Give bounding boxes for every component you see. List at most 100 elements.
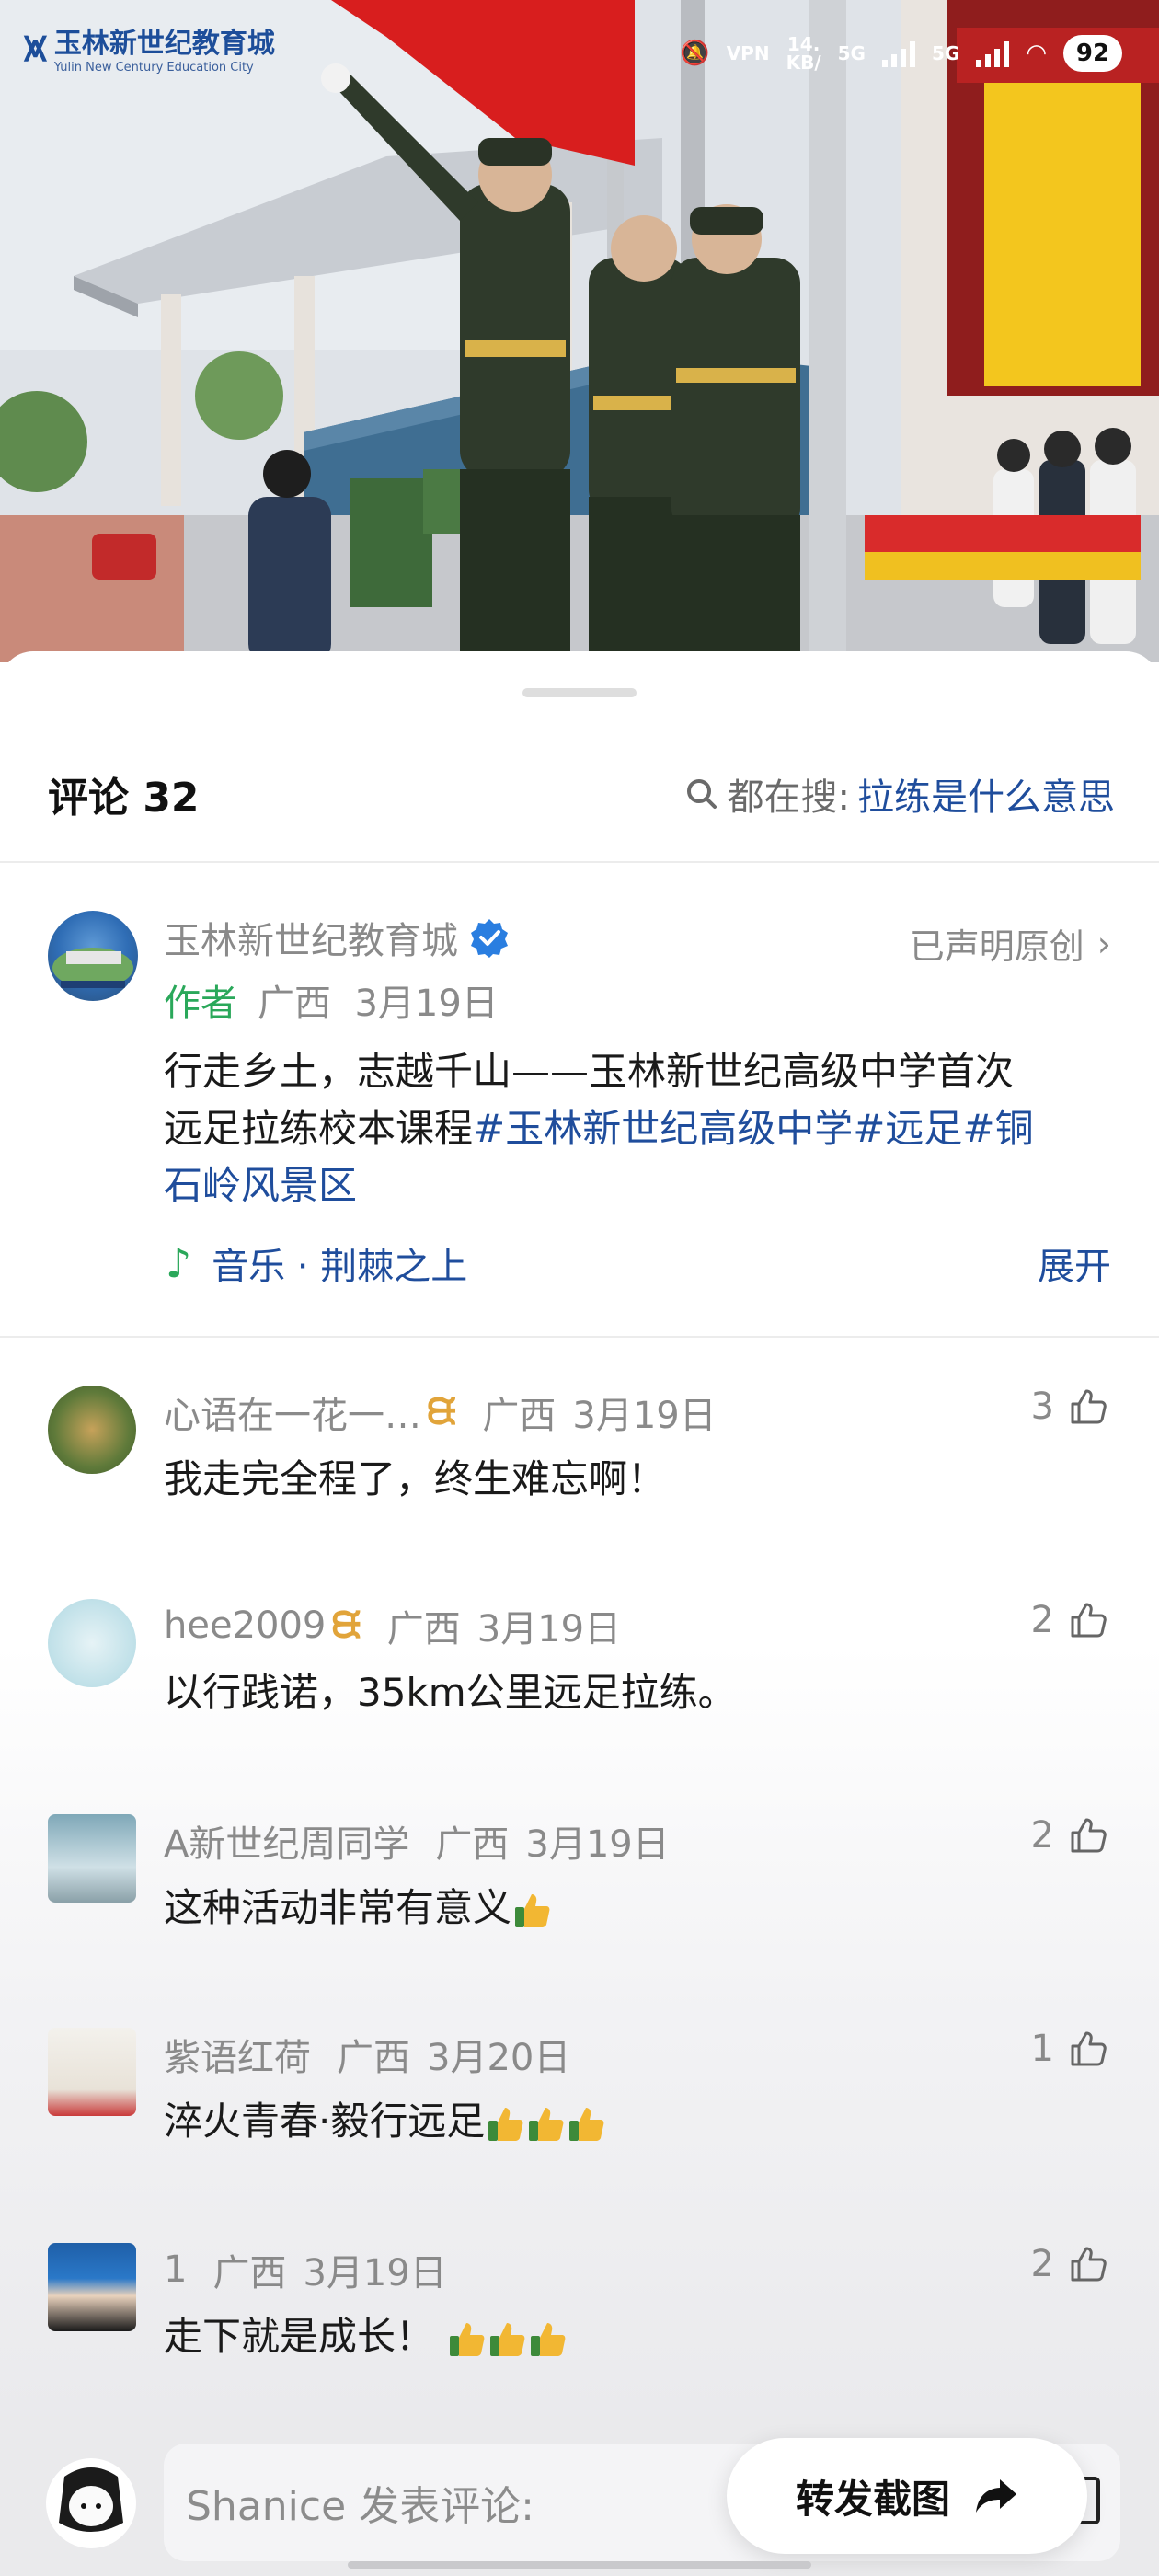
comment-location: 广西	[212, 2252, 287, 2294]
wifi-icon: ◠	[1026, 40, 1047, 67]
like-button[interactable]: 2	[1031, 1814, 1109, 1857]
like-count: 2	[1030, 1814, 1054, 1857]
like-button[interactable]: 3	[1031, 1386, 1109, 1428]
thumbs-up-emoji-icon	[488, 2107, 523, 2141]
comment-location: 广西	[435, 1823, 510, 1866]
battery-indicator: 92	[1063, 35, 1122, 72]
comment-header: 心语在一花一… ᙙ 广西 3月19日	[164, 1386, 717, 1439]
commenter-name[interactable]: A新世纪周同学	[164, 1814, 409, 1868]
like-button[interactable]: 1	[1031, 2028, 1109, 2070]
post-date: 3月19日	[354, 983, 499, 1025]
post-line-2: 远足拉练校本课程#玉林新世纪高级中学#远足#铜	[164, 1106, 1034, 1151]
vip-badge-icon: ᙙ	[331, 1604, 361, 1647]
commenter-name[interactable]: 紫语红荷	[164, 2028, 311, 2081]
post-location: 广西	[258, 983, 331, 1025]
comment-count: 评论 32	[48, 775, 200, 822]
my-avatar-image	[59, 2467, 123, 2532]
comment-location: 广西	[482, 1395, 557, 1437]
video-cover-photo[interactable]: ⩙ 玉林新世纪教育城 Yulin New Century Education C…	[0, 0, 1159, 662]
share-arrow-icon	[976, 2479, 1016, 2513]
post-line-1: 行走乡土，志越千山——玉林新世纪高级中学首次	[164, 1049, 1015, 1094]
mute-icon: 🔕	[680, 40, 710, 67]
hashtag-scenic-area-cont[interactable]: 石岭风景区	[164, 1163, 357, 1208]
search-query-link[interactable]: 拉练是什么意思	[857, 767, 1115, 821]
comment-location: 广西	[386, 1608, 461, 1650]
like-count: 2	[1030, 1599, 1054, 1641]
flag-raising-illustration	[0, 0, 1159, 662]
author-name[interactable]: 玉林新世纪教育城	[164, 911, 458, 964]
share-screenshot-button[interactable]: 转发截图	[727, 2438, 1087, 2554]
commenter-name[interactable]: 1	[164, 2248, 187, 2291]
comment-item: hee2009 ᙙ 广西 3月19日 以行践诺，35km公里远足拉练。 2	[0, 1599, 1159, 1783]
expand-button[interactable]: 展开	[1038, 1236, 1111, 1290]
author-name-row[interactable]: 玉林新世纪教育城	[164, 911, 510, 964]
commenter-name[interactable]: 心语在一花一…	[164, 1386, 421, 1439]
search-icon	[686, 779, 717, 809]
comment-text: 以行践诺，35km公里远足拉练。	[164, 1670, 737, 1715]
status-bar: 🔕 VPN 14. KB/ 5G 5G ◠ 92	[680, 35, 1122, 72]
thumbs-up-icon	[1071, 1603, 1107, 1638]
drag-handle[interactable]	[522, 688, 637, 697]
thumbs-up-emoji-icon	[450, 2322, 485, 2356]
comment-item: A新世纪周同学 广西 3月19日 这种活动非常有意义 2	[0, 1814, 1159, 1998]
post-body: 行走乡土，志越千山——玉林新世纪高级中学首次 远足拉练校本课程#玉林新世纪高级中…	[164, 1043, 1120, 1214]
thumbs-up-emoji-icon	[569, 2107, 604, 2141]
author-avatar-image	[52, 948, 133, 988]
hashtag-school[interactable]: #玉林新世纪高级中学	[473, 1106, 853, 1151]
like-button[interactable]: 2	[1031, 1599, 1109, 1641]
signal-icon-2	[976, 40, 1010, 67]
my-avatar[interactable]	[46, 2458, 136, 2548]
comment-date: 3月19日	[303, 2252, 447, 2294]
comment-text: 淬火青春·毅行远足	[164, 2090, 606, 2146]
comment-date: 3月19日	[572, 1395, 717, 1437]
hashtag-hike[interactable]: #远足	[853, 1106, 962, 1151]
comment-header: hee2009 ᙙ 广西 3月19日	[164, 1599, 621, 1652]
thumbs-up-icon	[1071, 1389, 1107, 1424]
comment-header: 评论 32 都在搜: 拉练是什么意思	[48, 771, 1115, 822]
header-divider	[0, 861, 1159, 863]
thumbs-up-icon	[1071, 2031, 1107, 2066]
share-screenshot-label: 转发截图	[795, 2476, 950, 2522]
signal-icon	[881, 40, 915, 67]
comment-item: 心语在一花一… ᙙ 广西 3月19日 我走完全程了，终生难忘啊！ 3	[0, 1386, 1159, 1570]
commenter-name[interactable]: hee2009	[164, 1604, 326, 1647]
commenter-avatar[interactable]	[48, 2028, 136, 2116]
comment-header: 1 广西 3月19日	[164, 2243, 447, 2296]
like-count: 1	[1030, 2028, 1054, 2070]
comment-header: A新世纪周同学 广西 3月19日	[164, 1814, 670, 1868]
commenter-avatar[interactable]	[48, 1599, 136, 1687]
thumbs-up-emoji-icon	[531, 2322, 566, 2356]
commenter-avatar[interactable]	[48, 2243, 136, 2331]
comment-date: 3月19日	[525, 1823, 670, 1866]
logo-subtitle: Yulin New Century Education City	[53, 61, 254, 75]
home-indicator[interactable]	[348, 2561, 811, 2569]
original-label: 已声明原创	[909, 926, 1084, 967]
comment-header: 紫语红荷 广西 3月20日	[164, 2028, 570, 2081]
comment-text: 我走完全程了，终生难忘啊！	[164, 1456, 667, 1501]
author-meta: 作者 广西 3月19日	[164, 973, 499, 1027]
author-avatar[interactable]	[48, 911, 138, 1001]
comment-location: 广西	[337, 2037, 410, 2079]
author-tag: 作者	[164, 983, 237, 1025]
like-button[interactable]: 2	[1031, 2243, 1109, 2285]
music-label: 音乐 · 荆棘之上	[212, 1246, 468, 1288]
thumbs-up-icon	[1071, 1818, 1107, 1853]
trending-search[interactable]: 都在搜: 拉练是什么意思	[683, 767, 1115, 821]
search-prefix: 都在搜:	[727, 776, 850, 819]
music-link[interactable]: ♪ 音乐 · 荆棘之上	[166, 1236, 467, 1290]
logo-wing-icon: ⩙	[24, 24, 47, 71]
vip-badge-icon: ᙙ	[427, 1391, 457, 1433]
like-count: 3	[1030, 1386, 1054, 1428]
logo-title: 玉林新世纪教育城	[53, 28, 275, 60]
comment-date: 3月19日	[476, 1608, 622, 1650]
comment-text: 这种活动非常有意义	[164, 1877, 552, 1933]
commenter-avatar[interactable]	[48, 1814, 136, 1903]
hashtag-scenic-area[interactable]: #铜	[962, 1106, 1033, 1151]
commenter-avatar[interactable]	[48, 1386, 136, 1474]
music-note-icon: ♪	[166, 1239, 192, 1287]
comment-sheet: 评论 32 都在搜: 拉练是什么意思 玉林新世纪教育城 已声明原创 › 作者 广西…	[0, 651, 1159, 2576]
original-declaration[interactable]: 已声明原创 ›	[910, 918, 1111, 969]
verified-badge-icon	[471, 919, 508, 958]
network-type-1: 5G	[837, 42, 866, 64]
comment-date: 3月20日	[427, 2037, 571, 2079]
